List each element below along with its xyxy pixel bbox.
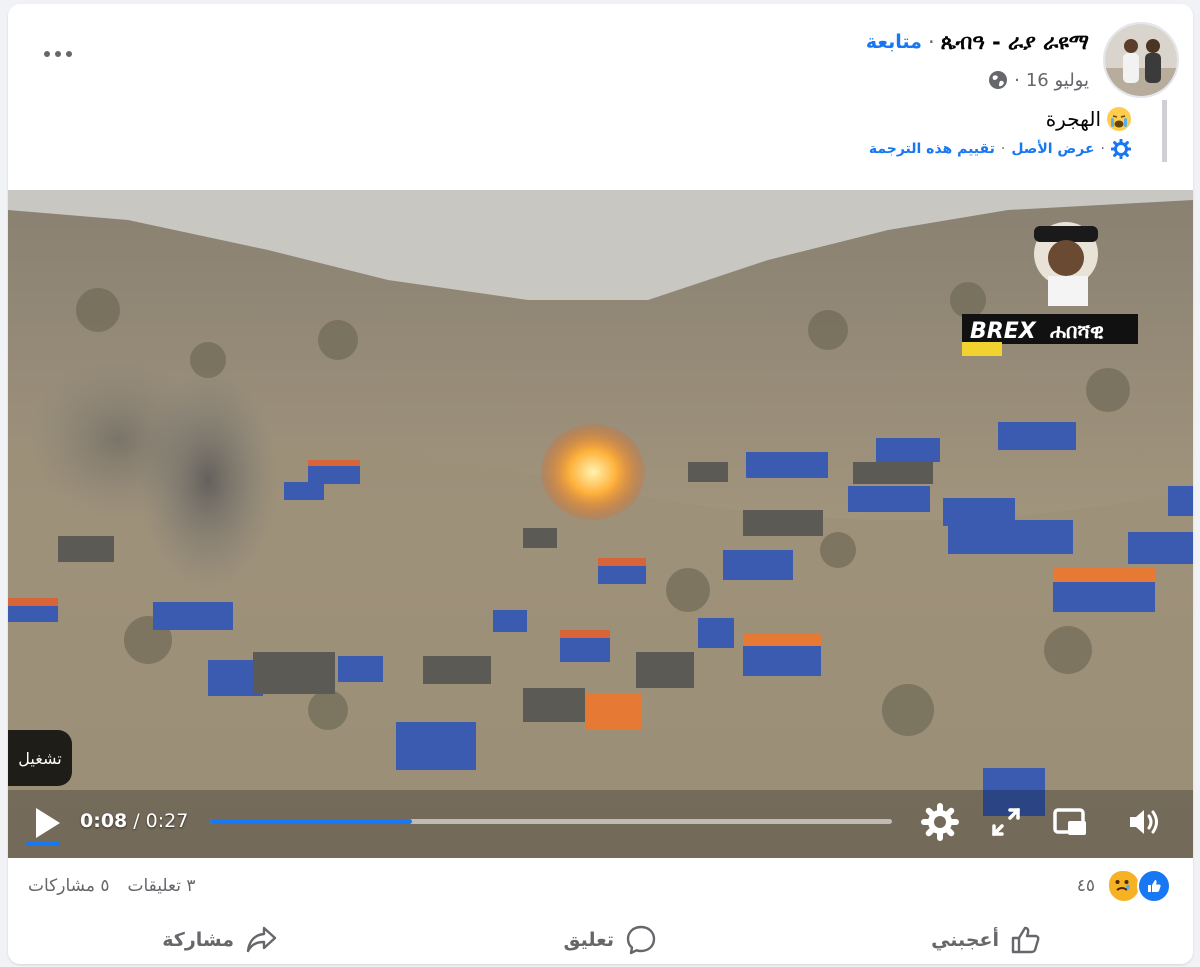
fullscreen-icon[interactable] (986, 802, 1026, 842)
author-avatar[interactable] (1103, 22, 1179, 98)
video-time: 0:08 / 0:27 (80, 806, 188, 836)
video-player[interactable]: BREX ሐበሻዊ تشغيل 0:08 / 0:27 (8, 190, 1193, 858)
post-header-line: ጴብዓ - ራያ ራዩማ · متابعة (866, 26, 1089, 58)
share-button[interactable]: مشاركة (162, 920, 278, 960)
play-icon[interactable] (30, 804, 64, 842)
separator-dot: · (1000, 141, 1006, 157)
see-original-link[interactable]: عرض الأصل (1011, 141, 1094, 157)
reaction-count: ٤٥ (1076, 876, 1095, 896)
like-label: أعجبني (931, 929, 999, 951)
play-tooltip: تشغيل (8, 730, 72, 786)
duration: 0:27 (145, 810, 189, 832)
follow-link[interactable]: متابعة (866, 31, 922, 53)
like-button[interactable]: أعجبني (931, 920, 1043, 960)
post-card: ጴብዓ - ራያ ራዩማ · متابعة 16 يوليو · الهجرة (8, 4, 1193, 964)
current-time: 0:08 (80, 810, 128, 832)
gear-icon (1111, 139, 1131, 159)
comment-button[interactable]: تعليق (564, 920, 659, 960)
post-actions: أعجبني تعليق مشاركة (8, 914, 1193, 964)
separator-dot: · (1100, 141, 1105, 157)
time-separator: / (133, 810, 140, 832)
play-focus-indicator (26, 842, 60, 846)
share-count[interactable]: ٥ مشاركات (28, 876, 109, 896)
volume-icon[interactable] (1124, 802, 1164, 842)
separator-dot: · (927, 30, 935, 54)
post-text-content: الهجرة (1045, 107, 1101, 131)
like-icon (1011, 926, 1040, 954)
comment-icon (626, 925, 656, 955)
translation-links: · عرض الأصل · تقييم هذه الترجمة (869, 136, 1131, 162)
progress-fill (210, 819, 413, 824)
post-date[interactable]: 16 يوليو (1026, 70, 1089, 91)
video-frame: BREX ሐበሻዊ (8, 190, 1193, 858)
reactions-summary[interactable]: ٤٥ (1076, 869, 1171, 903)
more-options-button[interactable] (38, 40, 78, 68)
author-name[interactable]: ጴብዓ - ራያ ራዩማ (941, 30, 1089, 55)
post-text: الهجرة (1046, 104, 1131, 134)
like-reaction-icon (1137, 869, 1171, 903)
picture-in-picture-icon[interactable] (1050, 802, 1090, 842)
settings-icon[interactable] (920, 802, 960, 842)
post-meta: 16 يوليو · (988, 66, 1089, 94)
comment-label: تعليق (563, 929, 615, 951)
share-label: مشاركة (162, 929, 234, 951)
more-options-icon (44, 51, 50, 57)
progress-bar[interactable] (210, 819, 892, 824)
loudly-crying-face-emoji (1107, 107, 1131, 131)
rate-translation-link[interactable]: تقييم هذه الترجمة (869, 141, 995, 157)
globe-icon (989, 71, 1008, 89)
separator-dot: · (1014, 69, 1020, 91)
watermark-logo: BREX (970, 319, 1037, 344)
comment-count[interactable]: ٣ تعليقات (127, 876, 195, 896)
share-icon (246, 926, 277, 953)
sad-reaction-icon (1107, 869, 1141, 903)
video-controls: 0:08 / 0:27 (8, 790, 1193, 854)
engagement-stats: ٣ تعليقات ٥ مشاركات (28, 872, 196, 900)
watermark-text: ሐበሻዊ (1050, 319, 1104, 343)
translation-bar (1162, 100, 1167, 162)
